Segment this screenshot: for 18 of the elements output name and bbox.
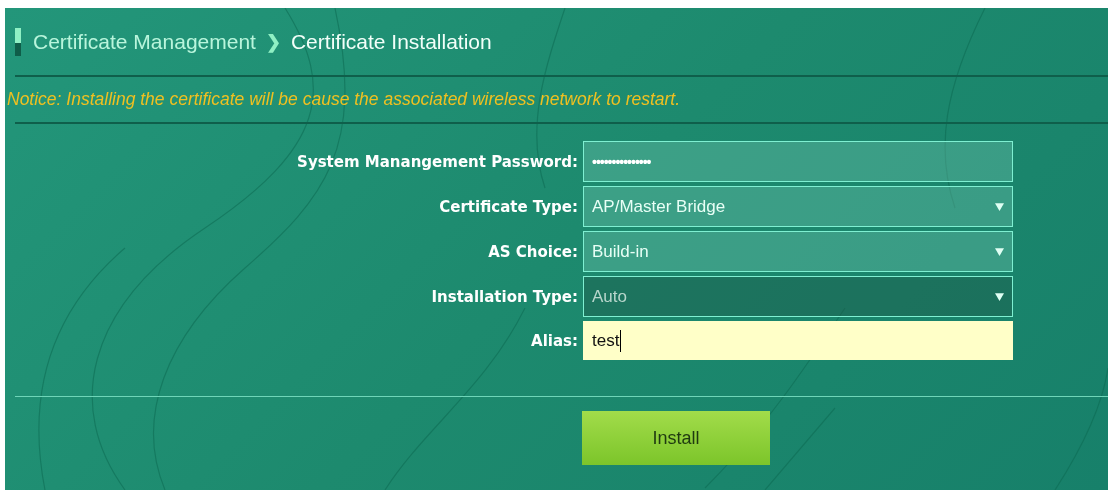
dropdown-field[interactable]: Build-in — [583, 231, 1013, 272]
field-label: Certificate Type: — [438, 197, 578, 216]
password-field[interactable]: ••••••••••••••• — [583, 141, 1013, 182]
page-title: Certificate Installation — [290, 29, 492, 54]
section-marker-icon — [15, 27, 21, 56]
notice-text: Notice: Installing the certificate will be cause the associated wireless network to restart. — [6, 88, 682, 111]
field-label: System Manangement Password: — [296, 152, 578, 171]
breadcrumb-link[interactable]: Certificate Management — [33, 29, 256, 54]
breadcrumb-separator: ❯ — [265, 30, 281, 53]
field-label: AS Choice: — [487, 242, 578, 261]
dropdown-arrow-icon — [995, 292, 1004, 301]
install-button[interactable]: Install — [582, 411, 770, 465]
dropdown-arrow-icon — [995, 202, 1004, 211]
input-field[interactable]: test — [583, 321, 1013, 360]
dropdown-arrow-icon — [995, 247, 1004, 256]
field-label: Alias: — [530, 331, 578, 350]
dropdown-field[interactable]: AP/Master Bridge — [583, 186, 1013, 227]
field-label: Installation Type: — [430, 287, 578, 306]
